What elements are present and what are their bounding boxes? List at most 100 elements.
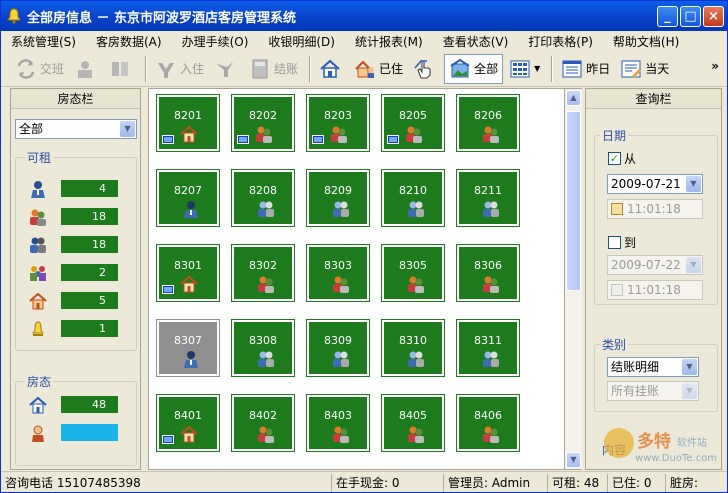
menu-help[interactable]: 帮助文档(H)	[613, 33, 679, 50]
checkout-icon-button[interactable]	[210, 54, 243, 84]
room-filter-select[interactable]: 全部 ▼	[15, 119, 137, 139]
room-tile[interactable]: 8402	[231, 394, 295, 452]
close-button[interactable]: ×	[703, 6, 724, 27]
settle-button[interactable]: 结账	[245, 54, 302, 84]
toolbar-separator	[145, 55, 147, 82]
cashier-button[interactable]	[70, 54, 103, 84]
menu-cashier[interactable]: 收银明细(D)	[268, 33, 335, 50]
menu-view-status[interactable]: 查看状态(V)	[443, 33, 509, 50]
room-tile[interactable]: 8207	[156, 169, 220, 227]
room-tile[interactable]: 8306	[456, 244, 520, 302]
from-checkbox[interactable]: ✓ 从	[608, 150, 636, 167]
from-time-field[interactable]: 11:01:18	[607, 199, 703, 219]
room-tile[interactable]: 8205	[381, 94, 445, 152]
menu-bar: 系统管理(S) 客房数据(A) 办理手续(O) 收银明细(D) 统计报表(M) …	[1, 31, 727, 51]
status-row-group[interactable]: 18	[29, 208, 124, 226]
title-bar[interactable]: 全部房信息 － 东京市阿波罗酒店客房管理系统 _ □ ×	[1, 1, 727, 31]
occupied-button[interactable]: 已住	[350, 54, 407, 84]
status-row-single[interactable]: 4	[29, 180, 124, 198]
room-grid: 8201 8202 8203 8205 8206 8207 8208 8209 8210 8211…	[148, 88, 565, 470]
room-tile[interactable]: 8201	[156, 94, 220, 152]
minimize-button[interactable]: _	[657, 6, 678, 27]
room-tile[interactable]: 8211	[456, 169, 520, 227]
yesterday-button[interactable]: 昨日	[557, 54, 614, 84]
room-tile[interactable]: 8209	[306, 169, 370, 227]
status-row-house[interactable]: 5	[29, 292, 124, 310]
room-tile[interactable]: 8202	[231, 94, 295, 152]
room-tile[interactable]: 8406	[456, 394, 520, 452]
computer-icon	[162, 135, 174, 144]
status-row-total[interactable]: 48	[29, 396, 124, 414]
subcategory-select[interactable]: 所有挂账 ▼	[607, 381, 699, 401]
room-number: 8309	[324, 334, 352, 347]
couple-icon	[333, 201, 349, 217]
room-tile[interactable]: 8405	[381, 394, 445, 452]
couple-count: 18	[61, 236, 118, 253]
group-count: 18	[61, 208, 118, 225]
room-tile[interactable]: 8305	[381, 244, 445, 302]
room-grid-scrollbar[interactable]: ▲ ▼	[565, 88, 582, 470]
room-tile[interactable]: 8308	[231, 319, 295, 377]
hand-button[interactable]	[409, 54, 442, 84]
single-guest-icon	[31, 181, 45, 198]
menu-print[interactable]: 打印表格(P)	[528, 33, 593, 50]
room-number: 8403	[324, 409, 352, 422]
category-group-title: 类别	[600, 336, 629, 353]
window-title: 全部房信息 － 东京市阿波罗酒店客房管理系统	[27, 10, 297, 26]
scroll-up-icon[interactable]: ▲	[566, 90, 581, 106]
room-tile[interactable]: 8206	[456, 94, 520, 152]
grid-view-dropdown[interactable]: ▼	[505, 54, 544, 84]
handover-label: 交班	[40, 62, 65, 76]
toolbar-overflow-chevron-icon[interactable]: »	[711, 59, 719, 73]
room-tile[interactable]: 8403	[306, 394, 370, 452]
chevron-down-icon[interactable]: ▼	[120, 121, 135, 137]
chevron-down-icon[interactable]: ▼	[682, 383, 697, 399]
book-button[interactable]	[105, 54, 138, 84]
house-icon	[29, 292, 47, 310]
menu-reports[interactable]: 统计报表(M)	[355, 33, 423, 50]
chevron-down-icon[interactable]: ▼	[682, 359, 697, 375]
status-row-staff[interactable]	[29, 424, 124, 442]
to-time-field[interactable]: 11:01:18	[607, 280, 703, 300]
maximize-button[interactable]: □	[680, 6, 701, 27]
to-date-picker[interactable]: 2009-07-22 ▼	[607, 255, 703, 275]
room-tile[interactable]: 8311	[456, 319, 520, 377]
bell-app-icon	[7, 8, 21, 24]
today-button[interactable]: 当天	[616, 54, 673, 84]
room-tile[interactable]: 8309	[306, 319, 370, 377]
vacant-button[interactable]	[315, 54, 348, 84]
from-date-picker[interactable]: 2009-07-21 ▼	[607, 174, 703, 194]
room-tile[interactable]: 8208	[231, 169, 295, 227]
chevron-down-icon[interactable]: ▼	[686, 176, 701, 192]
scroll-down-icon[interactable]: ▼	[566, 452, 581, 468]
menu-room-data[interactable]: 客房数据(A)	[96, 33, 162, 50]
room-tile[interactable]: 8301	[156, 244, 220, 302]
room-tile[interactable]: 8210	[381, 169, 445, 227]
single-count: 4	[61, 180, 118, 197]
room-tile[interactable]: 8203	[306, 94, 370, 152]
menu-procedures[interactable]: 办理手续(O)	[182, 33, 249, 50]
room-tile[interactable]: 8310	[381, 319, 445, 377]
category-value: 结账明细	[611, 360, 660, 374]
person-icon	[184, 201, 198, 218]
from-time-value: 11:01:18	[627, 202, 681, 216]
room-tile[interactable]: 8303	[306, 244, 370, 302]
status-row-family[interactable]: 2	[29, 264, 124, 282]
handover-button[interactable]: 交班	[11, 54, 68, 84]
to-checkbox[interactable]: 到	[608, 234, 636, 251]
room-tile[interactable]: 8302	[231, 244, 295, 302]
room-number: 8306	[474, 259, 502, 272]
chevron-down-icon: ▼	[534, 64, 541, 73]
room-tile[interactable]: 8401	[156, 394, 220, 452]
status-row-bell[interactable]: 1	[29, 320, 124, 338]
room-number: 8210	[399, 184, 427, 197]
status-row-couple[interactable]: 18	[29, 236, 124, 254]
checkin-button[interactable]: 入住	[151, 54, 208, 84]
category-select[interactable]: 结账明细 ▼	[607, 357, 699, 377]
all-rooms-button[interactable]: 全部	[444, 53, 504, 84]
scrollbar-thumb[interactable]	[566, 111, 581, 291]
room-state-group-title: 房态	[25, 373, 54, 390]
chevron-down-icon[interactable]: ▼	[686, 257, 701, 273]
menu-system[interactable]: 系统管理(S)	[11, 33, 76, 50]
room-tile[interactable]: 8307	[156, 319, 220, 377]
